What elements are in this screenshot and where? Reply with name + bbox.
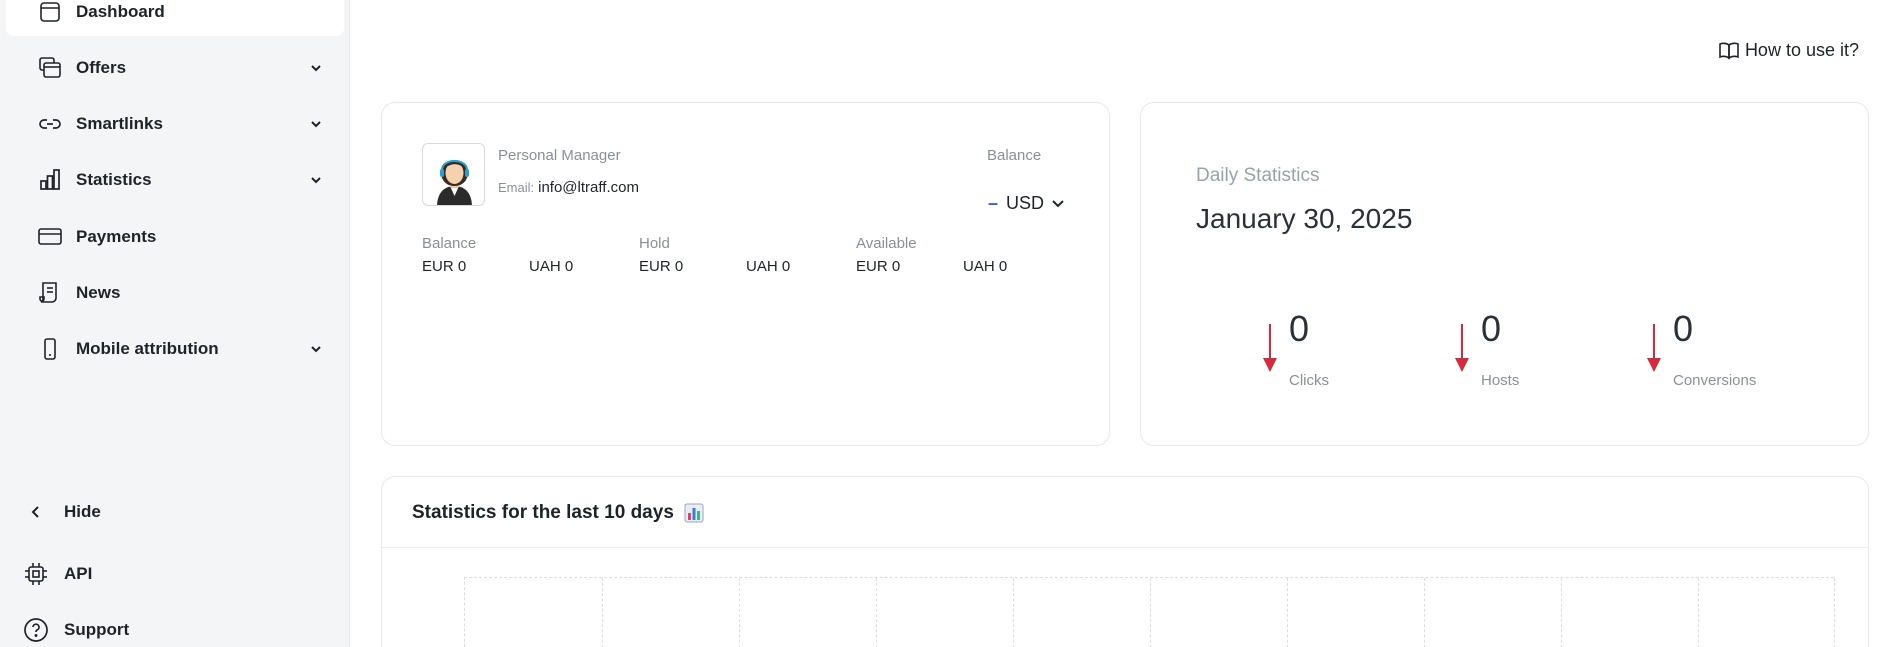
news-icon bbox=[36, 279, 64, 307]
how-to-use-label: How to use it? bbox=[1744, 40, 1859, 60]
sidebar-item-smartlinks[interactable]: Smartlinks bbox=[6, 100, 344, 148]
metric-label: Clicks bbox=[1289, 372, 1329, 389]
api-label: API bbox=[64, 564, 93, 583]
api-link[interactable]: API bbox=[22, 556, 92, 592]
grid-line bbox=[1287, 578, 1288, 647]
sidebar-item-label: Mobile attribution bbox=[76, 339, 219, 358]
sidebar-item-label: News bbox=[76, 283, 121, 302]
chevron-down-icon bbox=[1052, 199, 1064, 207]
hide-sidebar-button[interactable]: Hide bbox=[22, 494, 101, 530]
hide-label: Hide bbox=[64, 502, 101, 521]
hold-eur: EUR 0 bbox=[639, 258, 684, 275]
balance-title: Balance bbox=[987, 147, 1042, 164]
sidebar-item-statistics[interactable]: Statistics bbox=[6, 156, 344, 204]
statistics-10-days-title: Statistics for the last 10 days bbox=[412, 502, 674, 523]
sidebar-item-dashboard[interactable]: Dashboard bbox=[6, 0, 344, 36]
metric-hosts: 0 Hosts bbox=[1453, 308, 1613, 389]
metric-value: 0 bbox=[1481, 308, 1502, 349]
statistics-chart-grid bbox=[464, 577, 1835, 647]
divider bbox=[382, 547, 1868, 548]
how-to-use-link[interactable]: How to use it? bbox=[1719, 40, 1859, 61]
grid-line bbox=[602, 578, 603, 647]
grid-line bbox=[1150, 578, 1151, 647]
sidebar-item-mobile-attribution[interactable]: Mobile attribution bbox=[6, 325, 344, 373]
link-icon bbox=[36, 110, 64, 138]
statistics-10-days-card: Statistics for the last 10 days bbox=[381, 476, 1869, 647]
chevron-down-icon[interactable] bbox=[308, 60, 324, 76]
manager-email[interactable]: info@ltraff.com bbox=[538, 179, 639, 196]
available-group: Available EUR 0 UAH 0 bbox=[856, 235, 1070, 275]
chevron-left-icon bbox=[22, 504, 50, 520]
statistics-10-days-header: Statistics for the last 10 days bbox=[412, 502, 704, 524]
sidebar-item-label: Offers bbox=[76, 58, 127, 77]
chevron-down-icon[interactable] bbox=[308, 341, 324, 357]
balance-uah: UAH 0 bbox=[529, 258, 574, 275]
help-icon bbox=[22, 617, 50, 643]
bar-chart-icon bbox=[36, 166, 64, 194]
balance-eur: EUR 0 bbox=[422, 258, 467, 275]
email-label: Email: bbox=[498, 180, 535, 195]
chevron-down-icon[interactable] bbox=[308, 172, 324, 188]
mobile-icon bbox=[36, 335, 64, 363]
bar-chart-emoji-icon bbox=[684, 503, 704, 523]
chip-icon bbox=[22, 561, 50, 587]
manager-balance-card: Personal Manager Email: info@ltraff.com B… bbox=[381, 102, 1110, 446]
available-eur: EUR 0 bbox=[856, 258, 901, 275]
grid-line bbox=[1013, 578, 1014, 647]
book-icon bbox=[1719, 42, 1739, 59]
hold-group-title: Hold bbox=[639, 235, 670, 252]
arrow-down-icon bbox=[1263, 324, 1277, 372]
support-label: Support bbox=[64, 620, 130, 639]
metric-label: Conversions bbox=[1673, 372, 1757, 389]
hold-uah: UAH 0 bbox=[746, 258, 791, 275]
sidebar-item-label: Smartlinks bbox=[76, 114, 163, 133]
manager-email-row: Email: info@ltraff.com bbox=[498, 179, 639, 196]
sidebar-item-offers[interactable]: Offers bbox=[6, 44, 344, 92]
manager-avatar bbox=[422, 143, 485, 206]
grid-line bbox=[1424, 578, 1425, 647]
daily-statistics-date: January 30, 2025 bbox=[1196, 203, 1413, 234]
support-link[interactable]: Support bbox=[22, 612, 129, 647]
balance-group: Balance EUR 0 UAH 0 bbox=[422, 235, 636, 275]
grid-line bbox=[1561, 578, 1562, 647]
grid-line bbox=[876, 578, 877, 647]
grid-line bbox=[739, 578, 740, 647]
daily-statistics-card: Daily Statistics January 30, 2025 0 Clic… bbox=[1140, 102, 1869, 446]
sidebar-item-payments[interactable]: Payments bbox=[6, 213, 344, 261]
metric-value: 0 bbox=[1673, 308, 1694, 349]
grid-line bbox=[1834, 578, 1835, 647]
sidebar-item-label: Dashboard bbox=[76, 2, 165, 21]
currency-value: USD bbox=[1006, 193, 1045, 213]
daily-statistics-title: Daily Statistics bbox=[1196, 165, 1320, 186]
currency-indicator: – bbox=[988, 193, 999, 213]
grid-line bbox=[1698, 578, 1699, 647]
arrow-down-icon bbox=[1647, 324, 1661, 372]
currency-select[interactable]: – USD bbox=[988, 193, 1066, 214]
offers-icon bbox=[36, 54, 64, 82]
balance-group-title: Balance bbox=[422, 235, 477, 252]
sidebar: Dashboard Offers Smartlinks Statistics P… bbox=[0, 0, 350, 647]
sidebar-item-news[interactable]: News bbox=[6, 269, 344, 317]
metric-conversions: 0 Conversions bbox=[1645, 308, 1805, 389]
metric-clicks: 0 Clicks bbox=[1261, 308, 1421, 389]
metric-value: 0 bbox=[1289, 308, 1310, 349]
dashboard-icon bbox=[36, 0, 64, 26]
arrow-down-icon bbox=[1455, 324, 1469, 372]
chevron-down-icon[interactable] bbox=[308, 116, 324, 132]
metric-label: Hosts bbox=[1481, 372, 1520, 389]
available-uah: UAH 0 bbox=[963, 258, 1008, 275]
card-icon bbox=[36, 223, 64, 251]
manager-title: Personal Manager bbox=[498, 147, 621, 164]
hold-group: Hold EUR 0 UAH 0 bbox=[639, 235, 853, 275]
available-group-title: Available bbox=[856, 235, 917, 252]
sidebar-item-label: Payments bbox=[76, 227, 157, 246]
sidebar-item-label: Statistics bbox=[76, 170, 152, 189]
